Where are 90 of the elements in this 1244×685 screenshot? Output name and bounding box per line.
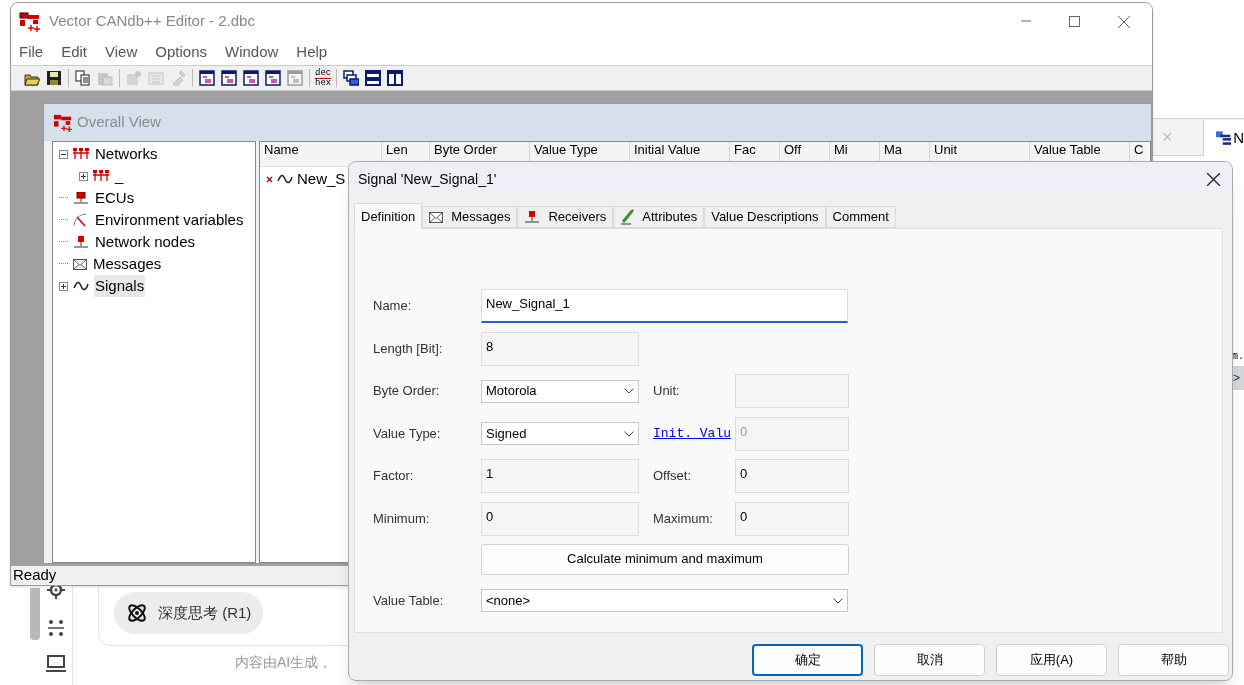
dialog-button[interactable]: 确定 (752, 644, 863, 676)
field-label: Byte Order: (373, 382, 441, 401)
input-field[interactable]: 0 (481, 501, 639, 536)
signal-wave-icon (277, 174, 293, 184)
dropdown[interactable]: Signed (481, 422, 639, 445)
caret-icon (624, 430, 634, 437)
dots-icon[interactable] (47, 619, 65, 637)
ecu-icon (73, 192, 89, 204)
dialog-button[interactable]: 应用(A) (996, 644, 1107, 676)
dropdown[interactable]: Motorola (481, 379, 639, 403)
window-icon[interactable] (221, 70, 237, 86)
tab[interactable]: Comment (825, 206, 896, 228)
window-icon[interactable] (199, 70, 215, 86)
node-icon (73, 236, 89, 248)
window-title: Vector CANdb++ Editor - 2.dbc (49, 11, 255, 32)
atom-icon (126, 602, 148, 624)
dialog-button[interactable]: 取消 (874, 644, 985, 676)
menu-item[interactable]: Help (296, 41, 328, 64)
dialog-title: Signal 'New_Signal_1' (358, 169, 497, 189)
target-icon[interactable] (46, 584, 66, 600)
tile-horizontal-icon[interactable] (365, 70, 382, 86)
tab[interactable]: Receivers (517, 206, 614, 228)
window-icon[interactable] (243, 70, 259, 86)
deep-think-button[interactable]: 深度思考 (R1) (114, 592, 264, 634)
dropdown[interactable]: <none> (481, 589, 848, 612)
envelope-icon (429, 211, 444, 223)
field-label: Unit: (653, 382, 681, 401)
field-label: Offset: (653, 467, 693, 486)
network-icon (73, 148, 89, 160)
monitor-icon[interactable] (46, 655, 66, 673)
menu-item[interactable]: Edit (61, 41, 88, 64)
dialog-button[interactable]: 帮助 (1118, 644, 1229, 676)
status-text: Ready (13, 565, 57, 585)
tab[interactable]: Attributes (613, 206, 705, 228)
network-icon (93, 170, 109, 182)
child-window-title: Overall View (77, 112, 161, 133)
maximize-icon[interactable] (1069, 15, 1080, 27)
tree-item[interactable]: Signals (94, 274, 146, 298)
pencil-icon (620, 209, 635, 225)
app-logo-icon (53, 113, 73, 132)
input-field[interactable]: 8 (481, 331, 639, 366)
field-label: Maximum: (653, 509, 714, 528)
node-icon (524, 211, 541, 223)
tree-item[interactable]: ECUs (94, 186, 136, 210)
field-label: Name: (373, 297, 413, 316)
scrollbar-thumb[interactable] (30, 588, 40, 640)
input-field[interactable]: New_Signal_1 (481, 289, 848, 323)
field-label: Minimum: (373, 509, 431, 528)
tree-item[interactable]: Messages (92, 252, 163, 276)
tab[interactable]: Value Descriptions (704, 206, 826, 228)
tree-item[interactable]: Environment variables (94, 208, 245, 232)
signal-name[interactable]: New_S (297, 167, 346, 191)
menu-item[interactable]: Window (225, 41, 279, 64)
tab[interactable]: Messages (422, 206, 518, 228)
tree-item[interactable]: Networks (94, 142, 159, 166)
input-field[interactable]: 0 (735, 501, 849, 536)
disclaimer-text: 内容由AI生成， (235, 653, 333, 672)
browser-tab[interactable]: N (1203, 120, 1244, 156)
app-logo-icon (19, 11, 41, 32)
close-icon[interactable] (1207, 172, 1220, 186)
menu-item[interactable]: View (105, 41, 138, 64)
tree-view-icon (1216, 129, 1232, 147)
menu-item[interactable]: Options (155, 41, 207, 64)
caret-icon (624, 388, 634, 394)
field-label: Value Type: (373, 424, 442, 443)
field-label: Length [Bit]: (373, 339, 444, 358)
signal-wave-icon (73, 281, 89, 291)
field-label: Value Table: (373, 591, 445, 610)
input-field[interactable] (735, 374, 849, 408)
envelope-icon (73, 258, 87, 270)
field-label: Factor: (373, 467, 415, 486)
tree-item[interactable]: Network nodes (94, 230, 197, 254)
expand-toggle[interactable] (59, 281, 68, 291)
collapse-toggle[interactable] (59, 149, 68, 159)
cascade-icon[interactable] (343, 70, 360, 86)
gauge-icon (73, 213, 89, 227)
menu-item[interactable]: File (19, 41, 44, 64)
input-field[interactable]: 1 (481, 459, 639, 493)
dec-hex-button[interactable]: dec hex (313, 68, 334, 88)
expand-toggle[interactable] (79, 171, 88, 181)
tile-vertical-icon[interactable] (387, 70, 404, 86)
error-cross-icon (266, 175, 273, 183)
calculate-button[interactable]: Calculate minimum and maximum (481, 543, 849, 575)
caret-icon (833, 597, 843, 604)
side-text: m. (1232, 350, 1244, 364)
window-icon[interactable] (265, 70, 281, 86)
tree-item[interactable]: _ (114, 164, 125, 188)
copy-icon[interactable] (75, 70, 91, 86)
tab[interactable]: Definition (354, 203, 423, 229)
input-field[interactable]: 0 (735, 459, 849, 493)
